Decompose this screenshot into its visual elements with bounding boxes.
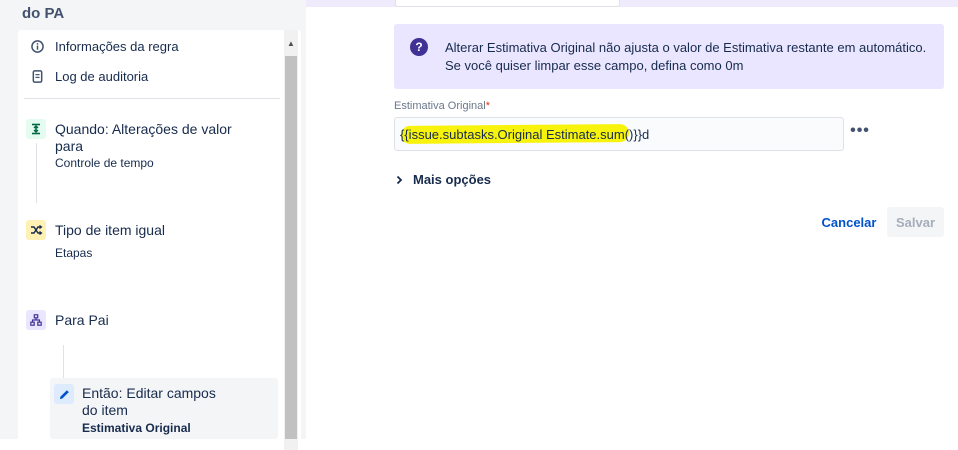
scrollbar-thumb[interactable] [285, 56, 297, 439]
pencil-icon [54, 384, 74, 404]
info-icon [30, 39, 44, 53]
step-connector [36, 143, 37, 203]
original-estimate-value: {{issue.subtasks.Original Estimate.sum()… [400, 126, 650, 142]
step-trigger-subtitle: Controle de tempo [55, 156, 154, 170]
menu-item-label: Informações da regra [55, 38, 179, 54]
menu-item-rule-details[interactable]: Informações da regra [30, 36, 179, 56]
original-estimate-input[interactable]: {{issue.subtasks.Original Estimate.sum()… [394, 117, 844, 151]
info-line: Se você quiser limpar esse campo, defina… [445, 58, 744, 73]
step-title-line: Então: Editar campos [82, 385, 216, 401]
field-label-text: Estimativa Original [394, 100, 486, 112]
scroll-up-arrow-icon[interactable]: ▲ [284, 36, 298, 50]
more-options-label: Mais opções [413, 172, 492, 187]
chevron-right-icon [396, 175, 406, 185]
step-trigger-title[interactable]: Quando: Alterações de valor para [55, 121, 232, 155]
more-options-toggle[interactable]: Mais opções [396, 172, 491, 187]
hierarchy-icon [26, 310, 46, 330]
menu-item-label: Log de auditoria [55, 68, 149, 84]
trigger-icon [26, 119, 46, 139]
info-banner: ? Alterar Estimativa Original não ajusta… [394, 24, 944, 89]
question-icon: ? [410, 38, 428, 56]
required-mark: * [485, 100, 490, 112]
rule-sidebar: do PA Informações da regra Log de audito… [0, 0, 306, 450]
document-icon [30, 69, 44, 83]
info-line: Alterar Estimativa Original não ajusta o… [445, 40, 927, 55]
step-title-line: para [55, 138, 84, 154]
step-condition-subtitle: Etapas [55, 246, 93, 260]
step-branch-title[interactable]: Para Pai [55, 312, 109, 329]
top-field-edge [395, 0, 620, 7]
step-action-title: Então: Editar campos do item [82, 385, 216, 419]
rule-title: do PA [22, 5, 65, 22]
field-label: Estimativa Original* [394, 100, 490, 112]
ellipsis-icon[interactable]: ••• [849, 121, 871, 141]
step-condition-title[interactable]: Tipo de item igual [55, 222, 165, 239]
menu-item-audit-log[interactable]: Log de auditoria [30, 66, 148, 86]
info-message: Alterar Estimativa Original não ajusta o… [445, 39, 926, 75]
cancel-button[interactable]: Cancelar [818, 207, 880, 237]
step-action-subtitle: Estimativa Original [82, 421, 191, 435]
save-button[interactable]: Salvar [887, 207, 944, 237]
divider [24, 98, 280, 99]
shuffle-icon [26, 220, 46, 240]
step-title-line: do item [82, 402, 128, 418]
step-title-line: Quando: Alterações de valor [55, 121, 232, 137]
